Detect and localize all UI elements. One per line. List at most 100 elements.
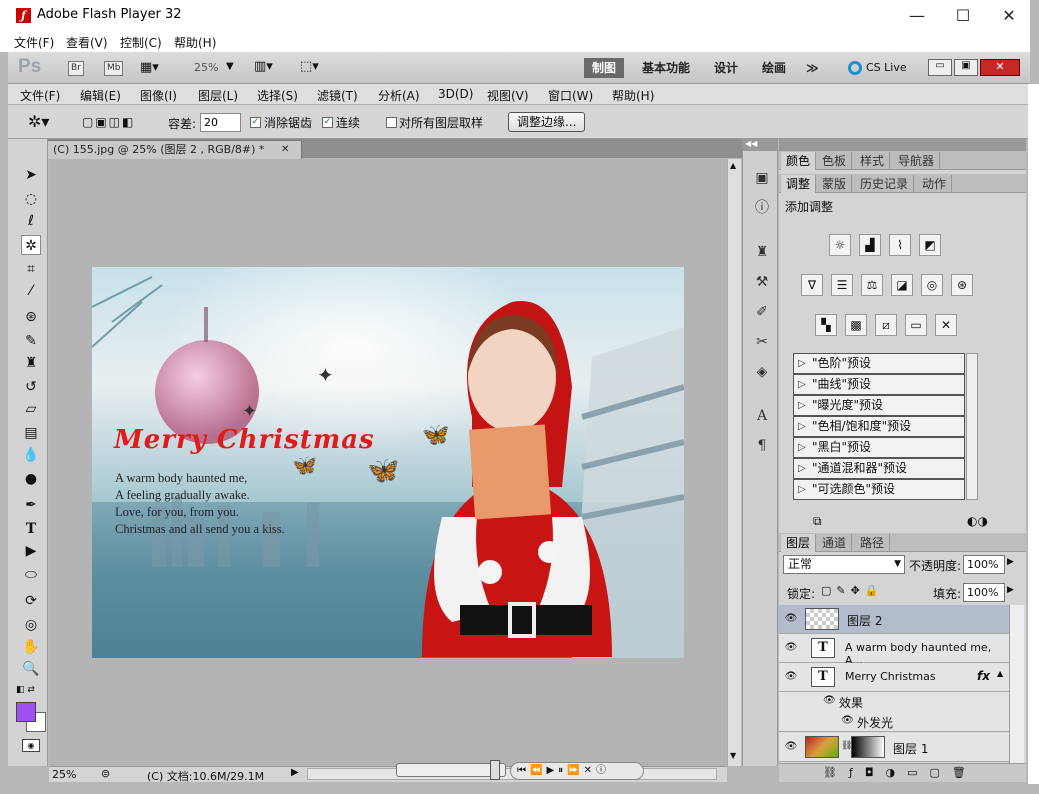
tab-color[interactable]: 颜色 bbox=[781, 152, 817, 170]
player-seek-handle[interactable] bbox=[490, 760, 500, 780]
close-document-icon[interactable]: ✕ bbox=[281, 141, 289, 158]
gradient-tool-icon[interactable]: ▤ bbox=[21, 423, 41, 443]
close-window-button[interactable]: ✕ bbox=[986, 2, 1032, 30]
channel-mixer-icon[interactable]: ⊛ bbox=[951, 274, 973, 296]
collapse-strip-icon[interactable]: ◀◀ bbox=[743, 139, 777, 151]
blur-tool-icon[interactable]: 💧 bbox=[21, 445, 41, 465]
menu-view[interactable]: 视图(V) bbox=[487, 87, 529, 104]
zoom-dropdown-icon[interactable]: ▼ bbox=[226, 61, 234, 72]
magic-wand-preset-icon[interactable]: ✲▾ bbox=[28, 112, 49, 131]
marquee-tool-icon[interactable]: ◌ bbox=[21, 189, 41, 209]
info-icon[interactable]: ⓘ bbox=[753, 199, 771, 217]
selective-color-icon[interactable]: ✕ bbox=[935, 314, 957, 336]
fill-input[interactable]: 100% bbox=[963, 583, 1005, 602]
healing-brush-tool-icon[interactable]: ⊛ bbox=[21, 307, 41, 327]
lock-icons[interactable]: ▢✎✥🔒 bbox=[821, 584, 884, 597]
levels-icon[interactable]: ▟ bbox=[859, 234, 881, 256]
visibility-eye-icon[interactable]: 👁 bbox=[784, 613, 798, 625]
visibility-eye-icon[interactable]: 👁 bbox=[784, 642, 798, 654]
effects-row[interactable]: 👁 效果 bbox=[779, 692, 1009, 712]
vibrance-icon[interactable]: ∇ bbox=[801, 274, 823, 296]
visibility-eye-icon[interactable]: 👁 bbox=[784, 671, 798, 683]
expand-effects-icon[interactable]: ▲ bbox=[997, 669, 1003, 678]
workspace-essentials[interactable]: 基本功能 bbox=[634, 58, 698, 78]
layer-row[interactable]: 👁 图层 2 bbox=[779, 605, 1009, 634]
sample-all-checkbox[interactable] bbox=[386, 117, 397, 128]
document-tab[interactable]: (C) 155.jpg @ 25% (图层 2 , RGB/8#) * ✕ bbox=[44, 140, 302, 159]
brush-presets-icon[interactable]: ✐ bbox=[753, 303, 771, 321]
curves-icon[interactable]: ⌇ bbox=[889, 234, 911, 256]
pen-tool-icon[interactable]: ✒ bbox=[21, 495, 41, 515]
preset-exposure[interactable]: "曝光度"预设 bbox=[793, 395, 965, 416]
preset-black-white[interactable]: "黑白"预设 bbox=[793, 437, 965, 458]
menu-image[interactable]: 图像(I) bbox=[140, 87, 177, 104]
screen-mode-icon[interactable]: ⬚▾ bbox=[300, 59, 319, 74]
minimize-button[interactable]: — bbox=[894, 2, 940, 30]
player-menu-view[interactable]: 查看(V) bbox=[66, 34, 108, 51]
brushes-icon[interactable]: ✂ bbox=[753, 333, 771, 351]
scroll-up-icon[interactable]: ▲ bbox=[730, 161, 736, 170]
move-tool-icon[interactable]: ➤ bbox=[21, 165, 41, 185]
threshold-icon[interactable]: ⧄ bbox=[875, 314, 897, 336]
player-menu-control[interactable]: 控制(C) bbox=[120, 34, 162, 51]
presets-scrollbar[interactable] bbox=[966, 353, 978, 500]
ps-close-button[interactable]: ✕ bbox=[980, 59, 1020, 76]
history-brush-tool-icon[interactable]: ↺ bbox=[21, 377, 41, 397]
effect-eye-icon[interactable]: 👁 bbox=[841, 715, 854, 726]
tab-layers[interactable]: 图层 bbox=[781, 534, 817, 552]
black-white-icon[interactable]: ◪ bbox=[891, 274, 913, 296]
exposure-icon[interactable]: ◩ bbox=[919, 234, 941, 256]
preset-channel-mixer[interactable]: "通道混和器"预设 bbox=[793, 458, 965, 479]
player-menu-file[interactable]: 文件(F) bbox=[14, 34, 54, 51]
arrange-documents-icon[interactable]: ▥▾ bbox=[254, 59, 273, 74]
tab-swatches[interactable]: 色板 bbox=[817, 152, 853, 170]
layer-row[interactable]: 👁 ⛓ 图层 1 bbox=[779, 733, 1009, 762]
workspace-drafting[interactable]: 制图 bbox=[584, 58, 625, 78]
3d-orbit-tool-icon[interactable]: ◎ bbox=[21, 615, 41, 635]
dodge-tool-icon[interactable]: ● bbox=[21, 469, 41, 489]
cs-live-button[interactable]: CS Live bbox=[866, 61, 907, 74]
ps-minimize-button[interactable]: ▭ bbox=[928, 59, 952, 76]
effect-item-row[interactable]: 👁 外发光 bbox=[779, 712, 1009, 732]
tool-presets-icon[interactable]: ⚒ bbox=[753, 273, 771, 291]
eyedropper-tool-icon[interactable]: ⁄ bbox=[21, 281, 41, 301]
layer-row[interactable]: 👁 T A warm body haunted me, A... bbox=[779, 634, 1009, 667]
mini-bridge-button[interactable]: Mb bbox=[104, 61, 124, 76]
layer-row[interactable]: 👁 T Merry Christmas fx ▲ bbox=[779, 663, 1009, 692]
clone-source-icon[interactable]: ♜ bbox=[753, 243, 771, 261]
tab-paths[interactable]: 路径 bbox=[855, 534, 891, 552]
path-selection-tool-icon[interactable]: ▶ bbox=[21, 541, 41, 561]
invert-icon[interactable]: ▚ bbox=[815, 314, 837, 336]
menu-analysis[interactable]: 分析(A) bbox=[378, 87, 420, 104]
color-balance-icon[interactable]: ⚖ bbox=[861, 274, 883, 296]
adjustment-return-icon[interactable]: ⧉ bbox=[813, 514, 822, 529]
visibility-eye-icon[interactable]: 👁 bbox=[784, 741, 798, 753]
3d-rotate-tool-icon[interactable]: ⟳ bbox=[21, 591, 41, 611]
tab-adjustments[interactable]: 调整 bbox=[781, 175, 817, 193]
opacity-input[interactable]: 100% bbox=[963, 555, 1005, 574]
status-menu-icon[interactable]: ⊜ bbox=[101, 767, 110, 780]
selection-mode-icons[interactable]: ▢▣◫◧ bbox=[82, 115, 135, 129]
preset-curves[interactable]: "曲线"预设 bbox=[793, 374, 965, 395]
status-expand-icon[interactable]: ▶ bbox=[291, 767, 299, 778]
lasso-tool-icon[interactable]: ℓ bbox=[21, 211, 41, 231]
zoom-tool-icon[interactable]: 🔍 bbox=[21, 659, 41, 679]
menu-window[interactable]: 窗口(W) bbox=[548, 87, 593, 104]
blend-mode-select[interactable]: 正常 ▼ bbox=[783, 555, 905, 574]
layers-footer-icons[interactable]: ⛓ƒ◘◑▭▢🗑 bbox=[779, 763, 1026, 782]
menu-edit[interactable]: 编辑(E) bbox=[80, 87, 121, 104]
effects-eye-icon[interactable]: 👁 bbox=[823, 695, 836, 706]
foreground-color-swatch[interactable] bbox=[16, 702, 36, 722]
bridge-button[interactable]: Br bbox=[68, 61, 84, 76]
maximize-button[interactable]: ☐ bbox=[940, 2, 986, 30]
brightness-contrast-icon[interactable]: ☼ bbox=[829, 234, 851, 256]
3d-panel-icon[interactable]: ◈ bbox=[753, 363, 771, 381]
tab-navigator[interactable]: 导航器 bbox=[893, 152, 941, 170]
quick-mask-icon[interactable]: ◉ bbox=[22, 739, 40, 752]
player-menu-help[interactable]: 帮助(H) bbox=[174, 34, 216, 51]
tab-actions[interactable]: 动作 bbox=[917, 175, 953, 193]
tolerance-input[interactable] bbox=[200, 113, 241, 132]
layers-scrollbar[interactable] bbox=[1009, 605, 1024, 763]
hand-tool-icon[interactable]: ✋ bbox=[21, 637, 41, 657]
menu-help[interactable]: 帮助(H) bbox=[612, 87, 654, 104]
